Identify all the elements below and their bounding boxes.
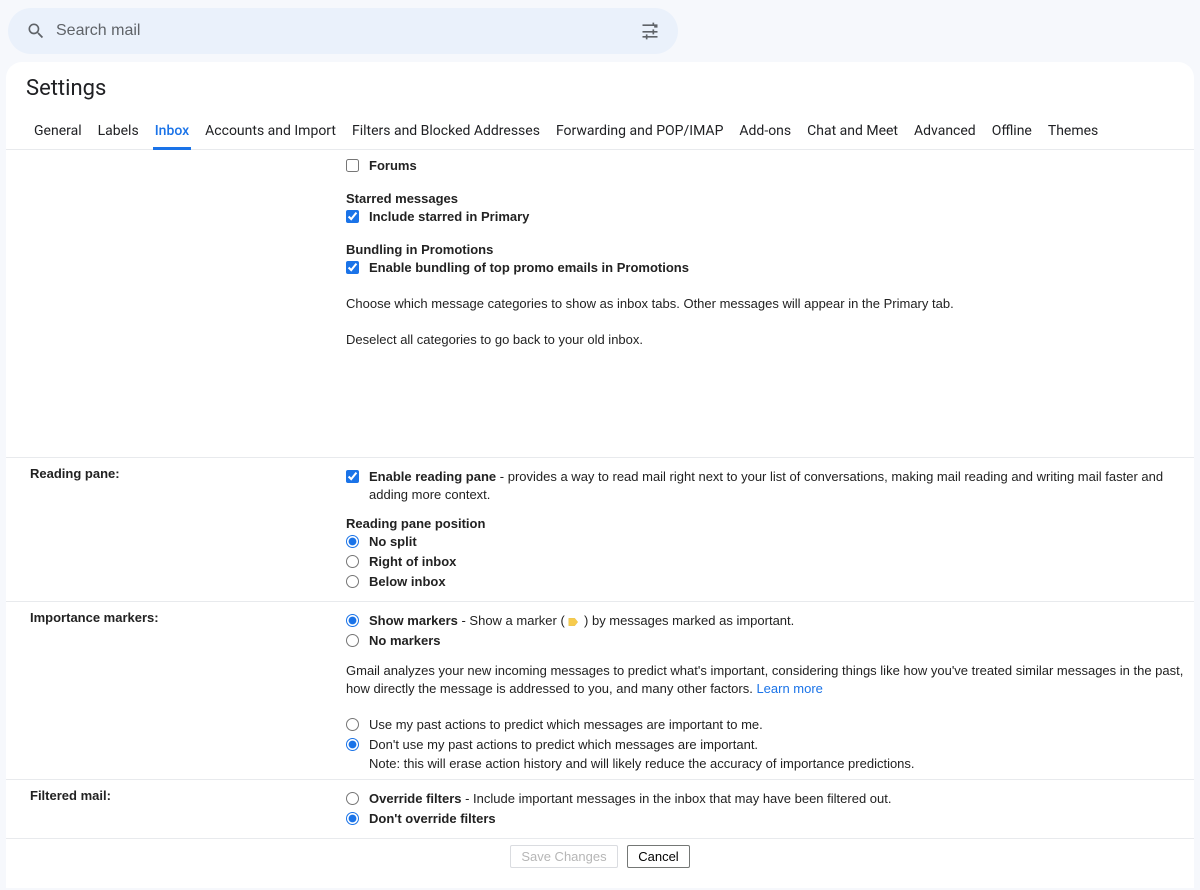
tab-chat[interactable]: Chat and Meet: [799, 115, 906, 149]
section-importance-markers: Importance markers: Show markers - Show …: [6, 602, 1194, 780]
section-categories: Forums Starred messages Include starred …: [6, 155, 1194, 458]
checkbox-forums[interactable]: [346, 159, 359, 172]
tab-inbox[interactable]: Inbox: [147, 115, 197, 149]
radio-no-split[interactable]: [346, 535, 359, 548]
label-override-filters[interactable]: Override filters - Include important mes…: [369, 790, 891, 808]
tab-accounts[interactable]: Accounts and Import: [197, 115, 344, 149]
label-no-split[interactable]: No split: [369, 533, 417, 551]
tab-themes[interactable]: Themes: [1040, 115, 1106, 149]
text-predict-note: Note: this will erase action history and…: [369, 756, 1194, 771]
tab-labels[interactable]: Labels: [90, 115, 147, 149]
section-reading-pane: Reading pane: Enable reading pane - prov…: [6, 458, 1194, 602]
radio-dont-use-past-actions[interactable]: [346, 738, 359, 751]
page-title: Settings: [6, 62, 1194, 115]
settings-panel: Settings General Labels Inbox Accounts a…: [6, 62, 1194, 888]
tab-addons[interactable]: Add-ons: [731, 115, 799, 149]
tab-offline[interactable]: Offline: [984, 115, 1040, 149]
tab-advanced[interactable]: Advanced: [906, 115, 984, 149]
settings-body: Forums Starred messages Include starred …: [6, 150, 1194, 888]
label-enable-reading-pane[interactable]: Enable reading pane - provides a way to …: [369, 468, 1194, 504]
section-label-categories: [6, 155, 346, 449]
radio-override-filters[interactable]: [346, 792, 359, 805]
cancel-button[interactable]: Cancel: [627, 845, 689, 868]
radio-no-markers[interactable]: [346, 634, 359, 647]
label-bundling[interactable]: Enable bundling of top promo emails in P…: [369, 259, 689, 277]
label-dont-override[interactable]: Don't override filters: [369, 810, 496, 828]
text-categories-explain2: Deselect all categories to go back to yo…: [346, 331, 1194, 349]
heading-starred: Starred messages: [346, 191, 1194, 206]
text-importance-analyze: Gmail analyzes your new incoming message…: [346, 662, 1194, 698]
tab-general[interactable]: General: [26, 115, 90, 149]
heading-bundling: Bundling in Promotions: [346, 242, 1194, 257]
heading-reading-position: Reading pane position: [346, 516, 1194, 531]
tab-filters[interactable]: Filters and Blocked Addresses: [344, 115, 548, 149]
section-label-reading-pane: Reading pane:: [6, 466, 346, 593]
text-categories-explain1: Choose which message categories to show …: [346, 295, 1194, 313]
label-below-inbox[interactable]: Below inbox: [369, 573, 446, 591]
search-bar: [8, 8, 678, 54]
radio-dont-override-filters[interactable]: [346, 812, 359, 825]
label-no-markers[interactable]: No markers: [369, 632, 441, 650]
search-input[interactable]: [56, 22, 638, 40]
section-label-importance: Importance markers:: [6, 610, 346, 771]
label-dont-use-past-actions[interactable]: Don't use my past actions to predict whi…: [369, 736, 758, 754]
tab-forwarding[interactable]: Forwarding and POP/IMAP: [548, 115, 731, 149]
importance-marker-icon: [568, 616, 580, 628]
radio-use-past-actions[interactable]: [346, 718, 359, 731]
checkbox-include-starred[interactable]: [346, 210, 359, 223]
radio-right-of-inbox[interactable]: [346, 555, 359, 568]
save-changes-button: Save Changes: [510, 845, 617, 868]
checkbox-bundling[interactable]: [346, 261, 359, 274]
search-icon[interactable]: [24, 19, 48, 43]
section-filtered-mail: Filtered mail: Override filters - Includ…: [6, 780, 1194, 839]
radio-show-markers[interactable]: [346, 614, 359, 627]
label-forums[interactable]: Forums: [369, 157, 417, 175]
section-label-filtered: Filtered mail:: [6, 788, 346, 830]
link-learn-more[interactable]: Learn more: [756, 681, 822, 696]
checkbox-enable-reading-pane[interactable]: [346, 470, 359, 483]
tune-icon[interactable]: [638, 19, 662, 43]
radio-below-inbox[interactable]: [346, 575, 359, 588]
label-right-of-inbox[interactable]: Right of inbox: [369, 553, 456, 571]
label-show-markers[interactable]: Show markers - Show a marker ( ) by mess…: [369, 612, 794, 630]
button-row: Save Changes Cancel: [6, 839, 1194, 888]
label-use-past-actions[interactable]: Use my past actions to predict which mes…: [369, 716, 763, 734]
label-include-starred[interactable]: Include starred in Primary: [369, 208, 529, 226]
tabs-row: General Labels Inbox Accounts and Import…: [6, 115, 1194, 150]
